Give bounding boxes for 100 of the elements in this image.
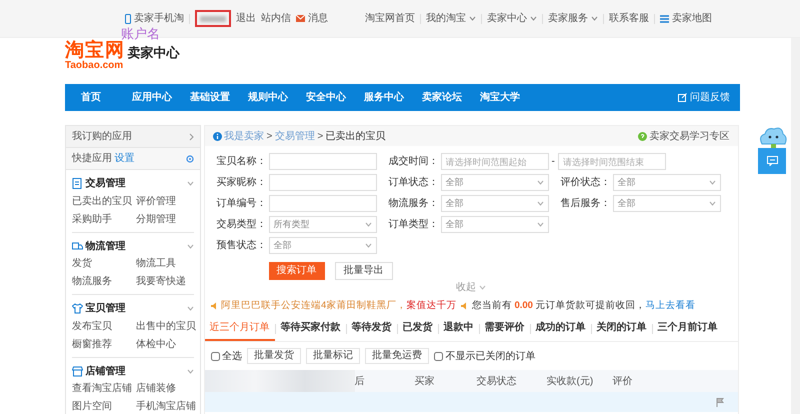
caret-icon [364,222,372,227]
nav-tab[interactable]: 淘宝大学 [471,84,529,111]
checkbox[interactable] [210,352,220,361]
sidebar-link[interactable]: 发货 [72,256,134,271]
caret-icon [364,243,372,248]
column-header: 评价 [612,374,634,389]
select-field[interactable]: 全部 [612,195,720,212]
sidebar-link[interactable]: 出售中的宝贝 [136,318,196,334]
field-label: 评价状态： [560,176,612,190]
help-link[interactable]: 卖家交易学习专区 [638,128,730,144]
help-icon [638,132,646,140]
order-tab[interactable]: 三个月前订单 [652,317,722,342]
order-tab[interactable]: 等待买家付款 [276,317,346,342]
sidebar-link[interactable]: 分期管理 [136,212,196,226]
checkbox-label[interactable]: 全选 [222,348,242,364]
column-header: 买家 [414,374,436,389]
breadcrumb-separator: > [266,130,272,144]
speaker-icon [210,302,218,310]
sidebar-link[interactable]: 店铺装修 [136,381,196,396]
nav-tab[interactable]: 应用中心 [123,84,181,111]
date-field[interactable]: 请选择时间范围起始 [440,153,548,170]
select-field[interactable]: 全部 [268,237,376,254]
caret-icon [536,201,544,206]
select-field[interactable]: 全部 [612,174,720,191]
top-link[interactable]: 退出 [236,11,256,26]
sidebar-link[interactable]: 评价管理 [136,194,196,208]
top-link[interactable]: 卖家手机淘 [125,11,184,26]
top-link[interactable]: 消息 [296,11,328,26]
sidebar-link[interactable]: 物流工具 [136,256,196,271]
sidebar-link[interactable]: 物流服务 [72,274,134,289]
caret-icon [469,16,476,21]
date-field[interactable]: 请选择时间范围结束 [558,153,666,170]
field-label: 订单状态： [388,176,440,190]
sidebar-link[interactable]: 体检中心 [136,336,196,352]
flag-icon [716,398,724,407]
sidebar-link[interactable]: 图片空间 [72,399,134,414]
notice-link[interactable]: 马上去看看 [646,300,696,311]
field-label: 预售状态： [216,238,268,253]
group-title[interactable]: 物流管理 [86,238,126,254]
nav-tab[interactable]: 卖家论坛 [413,84,471,111]
sidebar-link[interactable]: 手机淘宝店铺 [136,399,196,414]
menu-icon [660,14,669,22]
top-link[interactable]: 卖家服务 [548,11,598,26]
caret-icon [530,16,537,21]
export-button[interactable]: 批量导出 [334,262,392,280]
edit-icon [678,93,687,102]
site-title: 卖家中心 [128,44,180,62]
order-tab[interactable]: 已发货 [398,317,438,342]
caret-icon [187,181,194,186]
order-tab[interactable]: 关闭的订单 [592,317,652,342]
top-link[interactable]: 站内信 [261,11,291,26]
shirt-icon [72,303,83,314]
settings-link[interactable]: 设置 [114,151,134,166]
column-header: 后 [354,374,366,389]
checkbox[interactable] [434,352,443,361]
select-field[interactable]: 全部 [440,195,548,212]
checkbox-label[interactable]: 不显示已关闭的订单 [446,348,536,364]
select-field[interactable]: 全部 [440,174,548,191]
nav-tab[interactable]: 首页 [79,84,123,111]
top-link[interactable]: 卖家中心 [487,11,537,26]
sidebar-link[interactable]: 采购助手 [72,212,134,226]
group-title[interactable]: 店铺管理 [86,364,126,378]
column-header: 实收款(元) [546,374,594,389]
top-link[interactable]: 卖家地图 [660,11,712,26]
order-tab[interactable]: 退款中 [438,317,478,342]
sidebar-link[interactable]: 已卖出的宝贝 [72,194,134,208]
select-field[interactable]: 所有类型 [268,216,376,233]
text-field[interactable] [268,195,376,212]
chat-button[interactable] [758,148,786,174]
text-field[interactable] [268,153,376,170]
text-field[interactable] [268,174,376,191]
breadcrumb-separator: > [317,130,324,144]
nav-tab[interactable]: 基础设置 [181,84,239,111]
group-title[interactable]: 宝贝管理 [86,301,126,316]
sidebar-link[interactable]: 橱窗推荐 [72,336,134,352]
batch-button[interactable]: 批量发货 [247,348,301,364]
breadcrumb-item: 已卖出的宝贝 [326,130,386,144]
batch-button[interactable]: 批量标记 [306,348,360,364]
batch-button[interactable]: 批量免运费 [365,348,429,364]
top-link[interactable]: 我的淘宝 [426,11,476,26]
sidebar-link[interactable]: 我要寄快递 [136,274,196,289]
field-label: 订单编号： [216,196,268,211]
caret-icon [708,180,716,185]
column-header: 交易状态 [476,374,518,389]
top-link[interactable]: 联系客服 [609,11,649,26]
group-title[interactable]: 交易管理 [86,176,126,191]
select-field[interactable]: 全部 [440,216,548,233]
nav-tab[interactable]: 安全中心 [297,84,355,111]
nav-tab[interactable]: 规则中心 [239,84,297,111]
order-tab[interactable]: 需要评价 [480,317,530,342]
field-label: 交易类型： [216,218,268,232]
caret-icon [536,180,544,185]
nav-tab[interactable]: 服务中心 [355,84,413,111]
top-link[interactable]: 淘宝网首页 [365,11,415,26]
order-tab[interactable]: 等待发货 [346,317,396,342]
sidebar-link[interactable]: 发布宝贝 [72,318,134,334]
sidebar-link[interactable]: 查看淘宝店铺 [72,381,134,396]
feedback-link[interactable]: 问题反馈 [678,90,730,105]
order-tab[interactable]: 成功的订单 [530,317,590,342]
info-icon [212,132,222,140]
